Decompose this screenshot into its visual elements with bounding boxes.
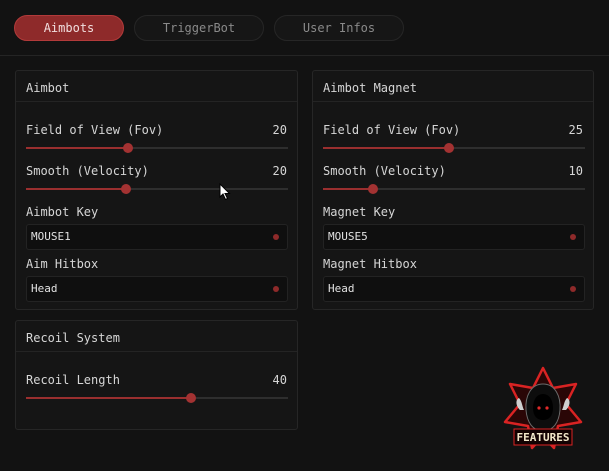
- magnet-panel: Aimbot Magnet Field of View (Fov) 25 Smo…: [312, 70, 594, 310]
- dropdown-indicator-icon: [570, 286, 576, 292]
- mouse-cursor-icon: [219, 183, 231, 201]
- aimbot-smooth-value: 20: [272, 164, 287, 178]
- magnet-fov-slider[interactable]: [323, 143, 585, 153]
- tab-triggerbot[interactable]: TriggerBot: [134, 15, 264, 41]
- slider-handle[interactable]: [186, 393, 197, 403]
- aimbot-key-field[interactable]: MOUSE1: [26, 224, 288, 250]
- key-indicator-icon: [570, 234, 576, 240]
- recoil-length-slider[interactable]: [26, 393, 288, 403]
- recoil-length-value: 40: [272, 373, 287, 387]
- aimbot-fov-slider[interactable]: [26, 143, 288, 153]
- slider-fill: [323, 188, 373, 190]
- dropdown-indicator-icon: [273, 286, 279, 292]
- slider-handle[interactable]: [120, 184, 131, 194]
- magnet-smooth-label: Smooth (Velocity): [323, 164, 446, 178]
- slider-fill: [26, 188, 126, 190]
- aimbot-fov-value: 20: [272, 123, 287, 137]
- slider-fill: [323, 147, 449, 149]
- aimbot-panel: Aimbot Field of View (Fov) 20 Smooth (Ve…: [15, 70, 298, 310]
- slider-fill: [26, 147, 129, 149]
- tab-user-infos[interactable]: User Infos: [274, 15, 404, 41]
- recoil-panel: Recoil System Recoil Length 40: [15, 320, 298, 430]
- logo-text: FEATURES: [517, 431, 570, 444]
- magnet-smooth-value: 10: [568, 164, 583, 178]
- panel-divider: [16, 101, 297, 102]
- magnet-fov-value: 25: [568, 123, 583, 137]
- magnet-hitbox-label: Magnet Hitbox: [323, 257, 417, 271]
- aimbot-fov-label: Field of View (Fov): [26, 123, 164, 137]
- aimbot-key-value: MOUSE1: [31, 230, 71, 243]
- aimbot-key-label: Aimbot Key: [26, 205, 99, 219]
- magnet-hitbox-select[interactable]: Head: [323, 276, 585, 302]
- slider-handle[interactable]: [443, 143, 454, 153]
- hooded-figure-logo: FEATURES: [503, 366, 583, 450]
- tab-aimbots[interactable]: Aimbots: [14, 15, 124, 41]
- magnet-key-label: Magnet Key: [323, 205, 396, 219]
- aimbot-hitbox-select[interactable]: Head: [26, 276, 288, 302]
- magnet-smooth-slider[interactable]: [323, 184, 585, 194]
- magnet-hitbox-value: Head: [328, 282, 355, 295]
- aimbot-hitbox-value: Head: [31, 282, 58, 295]
- slider-handle[interactable]: [123, 143, 134, 153]
- panel-divider: [313, 101, 593, 102]
- panel-divider: [16, 351, 297, 352]
- magnet-key-field[interactable]: MOUSE5: [323, 224, 585, 250]
- recoil-panel-title: Recoil System: [26, 331, 120, 345]
- key-indicator-icon: [273, 234, 279, 240]
- slider-fill: [26, 397, 192, 399]
- aimbot-smooth-slider[interactable]: [26, 184, 288, 194]
- recoil-length-label: Recoil Length: [26, 373, 120, 387]
- magnet-panel-title: Aimbot Magnet: [323, 81, 417, 95]
- magnet-fov-label: Field of View (Fov): [323, 123, 461, 137]
- aimbot-panel-title: Aimbot: [26, 81, 70, 95]
- aimbot-smooth-label: Smooth (Velocity): [26, 164, 149, 178]
- slider-handle[interactable]: [367, 184, 378, 194]
- aimbot-hitbox-label: Aim Hitbox: [26, 257, 99, 271]
- magnet-key-value: MOUSE5: [328, 230, 368, 243]
- header-divider: [0, 55, 609, 56]
